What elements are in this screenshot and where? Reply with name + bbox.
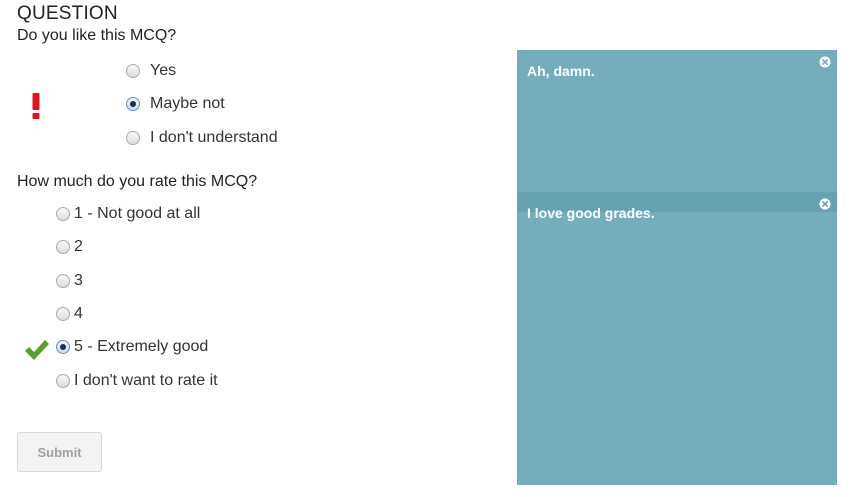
feedback-panel: Ah, damn. I love good grades. (517, 50, 837, 485)
rating-option-5[interactable]: 5 - Extremely good (56, 338, 208, 356)
radio-rating-1[interactable] (56, 207, 70, 221)
rating-option-label: 4 (74, 305, 83, 322)
question-text: Do you like this MCQ? (17, 27, 177, 44)
feedback-item: I love good grades. (517, 192, 837, 485)
mcq-option-label: Yes (150, 62, 177, 79)
checkmark-icon (25, 340, 49, 360)
mcq-option-label: Maybe not (150, 95, 225, 112)
mcq-option-maybe-not[interactable]: Maybe not (126, 95, 225, 113)
submit-button[interactable]: Submit (17, 432, 102, 472)
feedback-item: Ah, damn. (517, 50, 837, 192)
feedback-message: I love good grades. (527, 205, 655, 221)
rating-option-label: 5 - Extremely good (74, 338, 209, 355)
rating-option-label: I don't want to rate it (74, 372, 218, 389)
mcq-option-label: I don't understand (150, 129, 278, 146)
radio-dont-understand[interactable] (126, 131, 140, 145)
radio-rating-2[interactable] (56, 240, 70, 254)
exclamation-icon (32, 93, 40, 119)
rating-option-label: 1 - Not good at all (74, 205, 201, 222)
rating-option-2[interactable]: 2 (56, 238, 83, 256)
close-icon[interactable] (819, 198, 831, 210)
radio-rating-4[interactable] (56, 307, 70, 321)
mcq-option-dont-understand[interactable]: I don't understand (126, 129, 278, 147)
radio-rating-5[interactable] (56, 340, 70, 354)
mcq-page: QUESTION Do you like this MCQ? Yes Maybe… (0, 0, 857, 497)
radio-rating-3[interactable] (56, 274, 70, 288)
rating-option-label: 2 (74, 238, 83, 255)
feedback-message: Ah, damn. (527, 63, 595, 79)
rating-option-label: 3 (74, 272, 83, 289)
radio-yes[interactable] (126, 64, 140, 78)
mcq-option-yes[interactable]: Yes (126, 62, 176, 80)
radio-maybe-not[interactable] (126, 97, 140, 111)
rating-option-none[interactable]: I don't want to rate it (56, 372, 218, 390)
rating-question-text: How much do you rate this MCQ? (17, 173, 258, 190)
rating-option-1[interactable]: 1 - Not good at all (56, 205, 200, 223)
rating-option-4[interactable]: 4 (56, 305, 83, 323)
radio-rating-none[interactable] (56, 374, 70, 388)
question-heading: QUESTION (17, 3, 118, 24)
rating-option-3[interactable]: 3 (56, 272, 83, 290)
close-icon[interactable] (819, 56, 831, 68)
